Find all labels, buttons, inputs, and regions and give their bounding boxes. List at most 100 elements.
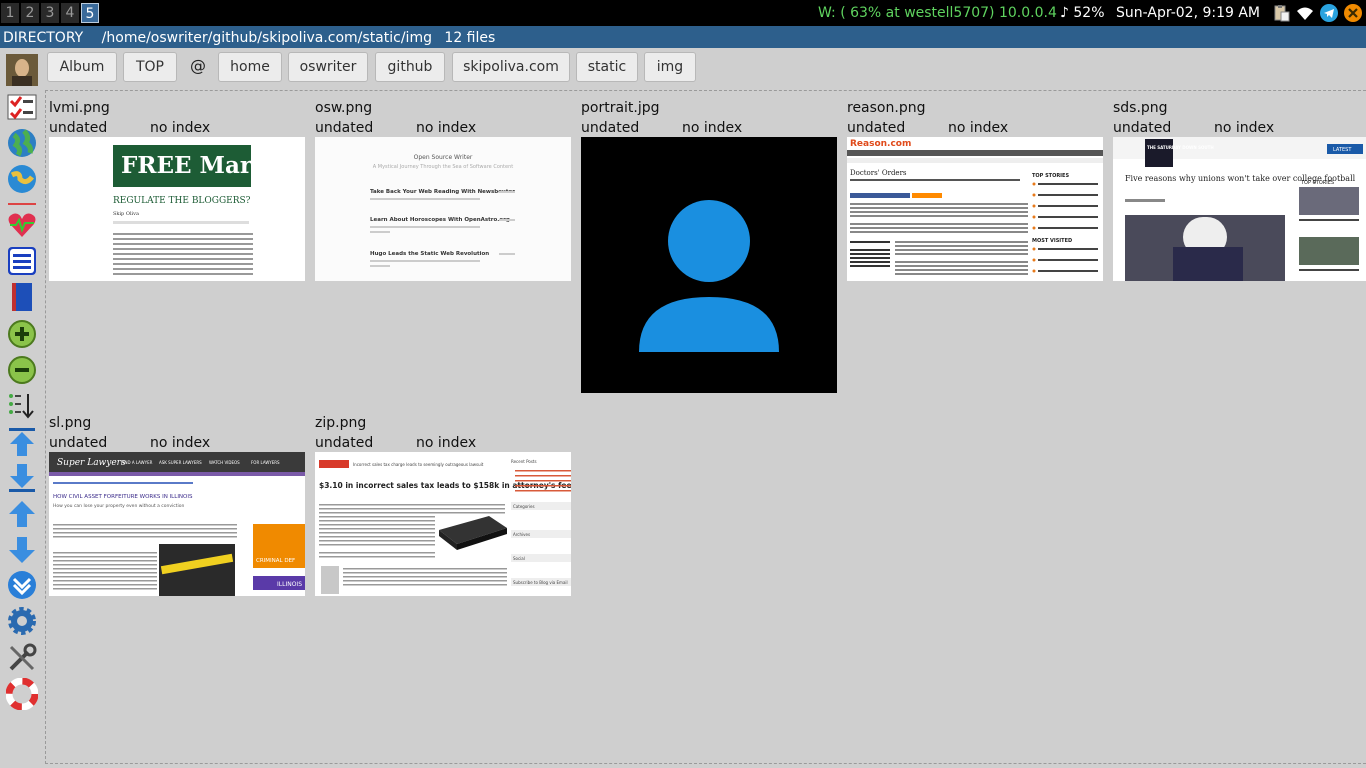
file-index: no index [150, 435, 211, 451]
file-date: undated [1113, 120, 1172, 136]
thumb-banner: Incorrect sales tax charge leads to seem… [353, 462, 484, 467]
file-index: no index [416, 435, 477, 451]
up-arrow-icon[interactable] [6, 498, 38, 530]
thumbnail-osw[interactable]: Open Source Writer A Mystical Journey Th… [315, 137, 571, 281]
directory-label: DIRECTORY [3, 30, 84, 46]
workspace-2-button[interactable]: 2 [21, 3, 39, 23]
telegram-icon[interactable] [1320, 4, 1338, 22]
globe-alt-icon[interactable] [6, 163, 38, 195]
top-arrow-icon[interactable] [6, 426, 38, 458]
thumb-headline: HOW CIVIL ASSET FORFEITURE WORKS IN ILLI… [53, 494, 193, 500]
thumbnail-lvmi[interactable]: FREE Market REGULATE THE BLOGGERS? Skip … [49, 137, 305, 281]
breadcrumb-github[interactable]: github [375, 52, 445, 82]
file-index: no index [1214, 120, 1275, 136]
tools-icon[interactable] [6, 642, 38, 674]
file-name: sds.png [1113, 100, 1168, 116]
breadcrumb-img[interactable]: img [644, 52, 696, 82]
file-name: reason.png [847, 100, 926, 116]
user-silhouette-icon [581, 137, 837, 393]
file-date: undated [49, 435, 108, 451]
breadcrumb-home[interactable]: home [218, 52, 282, 82]
zoom-out-icon[interactable] [6, 354, 38, 386]
album-button[interactable]: Album [47, 52, 117, 82]
top-panel: 1 2 3 4 5 W: ( 63% at westell5707) 10.0.… [0, 0, 1366, 26]
thumb-post-3: Hugo Leads the Static Web Revolution [370, 251, 489, 257]
file-date: undated [847, 120, 906, 136]
file-date: undated [581, 120, 640, 136]
chevron-down-icon[interactable] [6, 569, 38, 601]
thumb-menu-3: WATCH VIDEOS [209, 460, 240, 465]
thumb-author: Skip Oliva [113, 211, 139, 217]
thumb-title: FREE Market [121, 152, 294, 179]
file-index: no index [150, 120, 211, 136]
thumb-latest: LATEST [1333, 147, 1352, 153]
file-index: no index [682, 120, 743, 136]
file-index: no index [948, 120, 1009, 136]
file-name: portrait.jpg [581, 100, 660, 116]
close-icon[interactable] [1344, 4, 1362, 22]
thumb-side-5: Subscribe to Blog via Email [513, 580, 568, 585]
thumb-ad-2: ILLINOIS [277, 581, 302, 588]
globe-icon[interactable] [6, 127, 38, 159]
heart-icon[interactable] [6, 209, 38, 241]
file-name: lvmi.png [49, 100, 110, 116]
sort-icon[interactable] [6, 390, 38, 422]
workspace-5-button[interactable]: 5 [81, 3, 99, 23]
at-sign: @ [190, 56, 206, 75]
file-count: 12 files [444, 30, 496, 46]
file-date: undated [315, 435, 374, 451]
thumb-title: Reason.com [850, 139, 911, 149]
breadcrumb-skipoliva[interactable]: skipoliva.com [452, 52, 570, 82]
thumbnail-sl[interactable]: Super Lawyers FIND A LAWYER ASK SUPER LA… [49, 452, 305, 596]
thumbnail-zip[interactable]: Incorrect sales tax charge leads to seem… [315, 452, 571, 596]
volume-status: ♪ 52% [1060, 5, 1105, 21]
thumbnail-reason[interactable]: Reason.com Doctors' Orders TOP STORIES M… [847, 137, 1103, 281]
thumbnail-portrait[interactable] [581, 137, 837, 393]
thumb-title: Open Source Writer [414, 154, 473, 161]
top-button[interactable]: TOP [123, 52, 177, 82]
wifi-status: W: ( 63% at westell5707) 10.0.0.4 [818, 5, 1057, 21]
book-icon[interactable] [6, 281, 38, 313]
list-icon[interactable] [6, 245, 38, 277]
thumb-menu-1: FIND A LAWYER [121, 460, 153, 465]
thumb-ad-1: CRIMINAL DEF [256, 558, 295, 564]
thumb-headline: Doctors' Orders [850, 169, 907, 177]
thumb-post-1: Take Back Your Web Reading With Newsbeut… [370, 189, 515, 195]
thumb-brand: THE SATURDAY DOWN SOUTH [1147, 145, 1214, 150]
portrait-icon[interactable] [6, 54, 38, 86]
gear-icon[interactable] [6, 605, 38, 637]
bottom-arrow-icon[interactable] [6, 462, 38, 494]
down-arrow-icon[interactable] [6, 534, 38, 566]
thumb-menu-4: FOR LAWYERS [251, 460, 280, 465]
wifi-icon[interactable] [1296, 4, 1314, 22]
thumb-title: Super Lawyers [57, 458, 126, 468]
divider [8, 203, 36, 205]
thumb-side-4: Social [513, 556, 525, 561]
thumb-side-1: Recent Posts [511, 459, 537, 464]
checklist-icon[interactable] [6, 91, 38, 123]
workspace-4-button[interactable]: 4 [61, 3, 79, 23]
breadcrumb-oswriter[interactable]: oswriter [288, 52, 368, 82]
workspace-1-button[interactable]: 1 [1, 3, 19, 23]
lifebuoy-icon[interactable] [6, 678, 38, 710]
thumb-menu-2: ASK SUPER LAWYERS [159, 460, 202, 465]
thumb-subtitle: REGULATE THE BLOGGERS? [113, 196, 251, 206]
clipboard-icon[interactable] [1272, 4, 1290, 22]
file-date: undated [49, 120, 108, 136]
file-date: undated [315, 120, 374, 136]
workspace-3-button[interactable]: 3 [41, 3, 59, 23]
file-name: osw.png [315, 100, 373, 116]
thumb-side-2: Categories [513, 504, 535, 509]
breadcrumb-static[interactable]: static [576, 52, 638, 82]
zoom-in-icon[interactable] [6, 318, 38, 350]
thumb-sub: How you can lose your property even with… [53, 503, 185, 509]
directory-path: /home/oswriter/github/skipoliva.com/stat… [101, 30, 432, 46]
clock: Sun-Apr-02, 9:19 AM [1116, 5, 1261, 21]
directory-bar: DIRECTORY /home/oswriter/github/skipoliv… [0, 26, 1366, 48]
thumbnail-sds[interactable]: THE SATURDAY DOWN SOUTH LATEST Five reas… [1113, 137, 1366, 281]
thumb-side-3: Archives [513, 532, 530, 537]
thumb-subtitle: A Mystical Journey Through the Sea of So… [373, 164, 513, 170]
sidebar [0, 48, 44, 768]
thumb-side-2: MOST VISITED [1032, 238, 1072, 244]
thumb-post-2: Learn About Horoscopes With OpenAstro.or… [370, 217, 510, 223]
